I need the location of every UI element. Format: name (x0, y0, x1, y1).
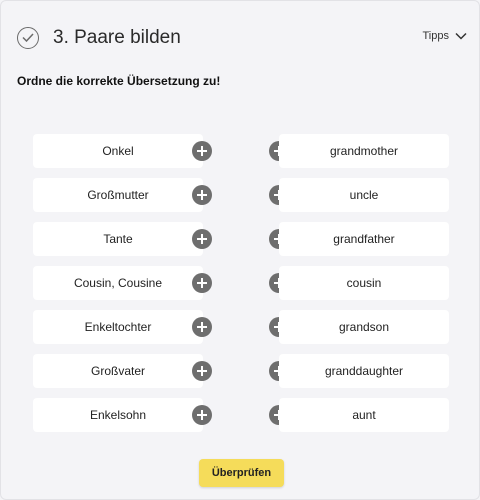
right-term-label: grandmother (329, 144, 399, 158)
check-circle-icon (17, 27, 39, 49)
right-term-tile[interactable]: granddaughter (279, 354, 449, 388)
left-term-tile[interactable]: Enkeltochter (33, 310, 203, 344)
right-term-tile[interactable]: aunt (279, 398, 449, 432)
pair-row: Onkel grandmother (33, 134, 449, 168)
right-term-tile[interactable]: cousin (279, 266, 449, 300)
left-term-label: Cousin, Cousine (73, 276, 163, 290)
left-term-tile[interactable]: Onkel (33, 134, 203, 168)
left-term-label: Enkelsohn (89, 408, 147, 422)
exercise-title: 3. Paare bilden (53, 27, 181, 48)
plus-circle-icon[interactable] (192, 273, 212, 293)
left-term-tile[interactable]: Cousin, Cousine (33, 266, 203, 300)
instruction-text: Ordne die korrekte Übersetzung zu! (17, 74, 221, 88)
right-term-tile[interactable]: grandfather (279, 222, 449, 256)
right-term-label: grandson (338, 320, 390, 334)
right-term-tile[interactable]: grandson (279, 310, 449, 344)
left-term-label: Tante (103, 232, 133, 246)
left-term-tile[interactable]: Großvater (33, 354, 203, 388)
left-term-tile[interactable]: Enkelsohn (33, 398, 203, 432)
pair-row: Enkeltochter grandson (33, 310, 449, 344)
check-button[interactable]: Überprüfen (199, 459, 284, 487)
pair-row: Großvater granddaughter (33, 354, 449, 388)
right-term-label: grandfather (333, 232, 395, 246)
tips-toggle[interactable]: Tipps (423, 30, 468, 42)
plus-circle-icon[interactable] (192, 405, 212, 425)
plus-circle-icon[interactable] (192, 185, 212, 205)
right-term-tile[interactable]: uncle (279, 178, 449, 212)
left-term-label: Großvater (90, 364, 145, 378)
exercise-header: 3. Paare bilden Tipps (17, 25, 467, 53)
left-term-label: Onkel (102, 144, 134, 158)
left-term-tile[interactable]: Großmutter (33, 178, 203, 212)
right-term-label: aunt (352, 408, 376, 422)
tips-label: Tipps (422, 30, 450, 42)
plus-circle-icon[interactable] (192, 229, 212, 249)
left-term-label: Enkeltochter (84, 320, 152, 334)
left-term-label: Großmutter (87, 188, 149, 202)
right-term-label: cousin (346, 276, 382, 290)
plus-circle-icon[interactable] (192, 317, 212, 337)
right-term-label: granddaughter (324, 364, 404, 378)
chevron-down-icon (455, 32, 467, 40)
left-term-tile[interactable]: Tante (33, 222, 203, 256)
plus-circle-icon[interactable] (192, 141, 212, 161)
right-term-tile[interactable]: grandmother (279, 134, 449, 168)
right-term-label: uncle (349, 188, 379, 202)
pair-row: Cousin, Cousine cousin (33, 266, 449, 300)
pair-row: Enkelsohn aunt (33, 398, 449, 432)
plus-circle-icon[interactable] (192, 361, 212, 381)
pair-row: Großmutter uncle (33, 178, 449, 212)
pair-row: Tante grandfather (33, 222, 449, 256)
exercise-card: 3. Paare bilden Tipps Ordne die korrekte… (0, 0, 480, 500)
